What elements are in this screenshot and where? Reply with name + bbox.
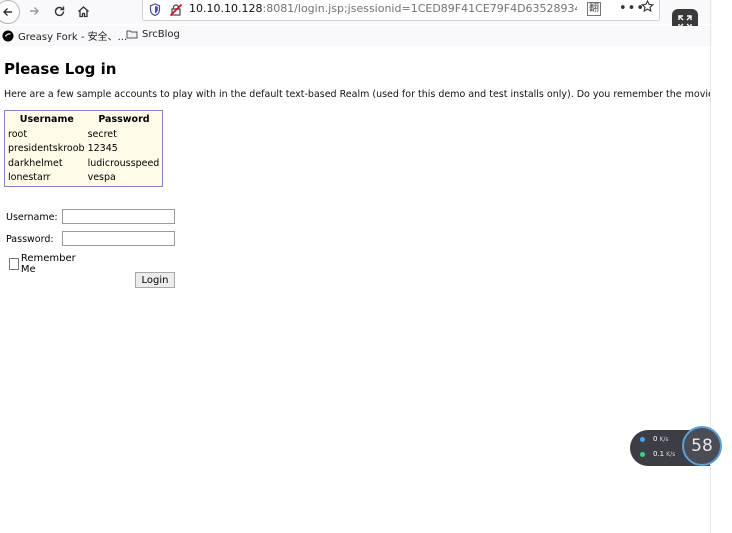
download-icon xyxy=(640,451,645,457)
reload-icon[interactable] xyxy=(49,1,69,21)
bookmark-greasy-fork[interactable]: Greasy Fork - 安全、... xyxy=(2,28,127,43)
account-password: secret xyxy=(87,128,117,140)
account-username: root xyxy=(8,128,28,140)
account-username: presidentskroob xyxy=(8,143,85,155)
home-icon[interactable] xyxy=(73,1,93,21)
greasyfork-icon xyxy=(2,30,14,42)
shield-icon[interactable] xyxy=(149,2,161,17)
password-column-header: Password xyxy=(98,113,150,125)
browser-toolbar: 10.10.10.128:8081/login.jsp;jsessionid=1… xyxy=(0,0,712,24)
password-input[interactable] xyxy=(62,231,175,246)
back-arrow-icon[interactable] xyxy=(0,0,20,24)
password-label: Password: xyxy=(6,234,54,245)
url-text[interactable]: 10.10.10.128:8081/login.jsp;jsessionid=1… xyxy=(189,2,577,15)
url-host: 10.10.10.128 xyxy=(189,2,263,15)
table-row: darkhelmet ludicrousspeed xyxy=(7,156,161,171)
intro-text: Here are a few sample accounts to play w… xyxy=(4,89,710,100)
remember-me-row[interactable]: Remember Me xyxy=(9,253,78,275)
forward-arrow-icon[interactable] xyxy=(24,1,44,21)
username-column-header: Username xyxy=(19,113,74,125)
upload-speed: 0 K/s xyxy=(640,435,669,443)
account-username: lonestarr xyxy=(8,172,51,184)
bookmark-label: SrcBlog xyxy=(142,28,180,40)
download-value: 0.1 xyxy=(653,450,665,458)
address-bar[interactable]: 10.10.10.128:8081/login.jsp;jsessionid=1… xyxy=(142,0,660,21)
bookmarks-bar: Greasy Fork - 安全、... SrcBlog xyxy=(0,26,712,46)
star-icon[interactable] xyxy=(640,0,655,17)
account-password: ludicrousspeed xyxy=(87,157,160,169)
username-label: Username: xyxy=(6,212,58,223)
remember-me-checkbox[interactable] xyxy=(9,258,19,270)
table-row: lonestarr vespa xyxy=(7,171,161,186)
login-button[interactable]: Login xyxy=(135,272,175,288)
translate-icon[interactable]: 翻 xyxy=(587,2,601,16)
bookmark-label: Greasy Fork - 安全、... xyxy=(18,32,128,43)
download-unit: K/s xyxy=(666,450,676,458)
bookmark-srcblog[interactable]: SrcBlog xyxy=(126,28,180,40)
sample-accounts-box: Username Password root secret presidents… xyxy=(4,110,164,187)
sample-accounts-table: Username Password root secret presidents… xyxy=(7,112,161,185)
url-path: :8081/login.jsp;jsessionid=1CED89F41CE79… xyxy=(262,2,577,15)
table-header-row: Username Password xyxy=(7,112,161,127)
page-content: Please Log in Here are a few sample acco… xyxy=(4,46,710,533)
account-password: vespa xyxy=(87,172,116,184)
table-row: presidentskroob 12345 xyxy=(7,142,161,157)
upload-unit: K/s xyxy=(659,435,669,443)
cpu-usage-badge[interactable]: 58 xyxy=(682,426,722,466)
table-row: root secret xyxy=(7,127,161,142)
folder-icon xyxy=(126,28,138,40)
download-speed: 0.1 K/s xyxy=(640,450,675,458)
account-username: darkhelmet xyxy=(8,157,63,169)
remember-me-label: Remember Me xyxy=(20,253,76,275)
upload-value: 0 xyxy=(653,435,658,443)
upload-icon xyxy=(640,436,645,442)
page-title: Please Log in xyxy=(4,60,117,78)
username-input[interactable] xyxy=(62,209,175,224)
browser-window: 10.10.10.128:8081/login.jsp;jsessionid=1… xyxy=(0,0,732,533)
insecure-lock-icon[interactable] xyxy=(169,2,183,17)
account-password: 12345 xyxy=(87,143,118,155)
